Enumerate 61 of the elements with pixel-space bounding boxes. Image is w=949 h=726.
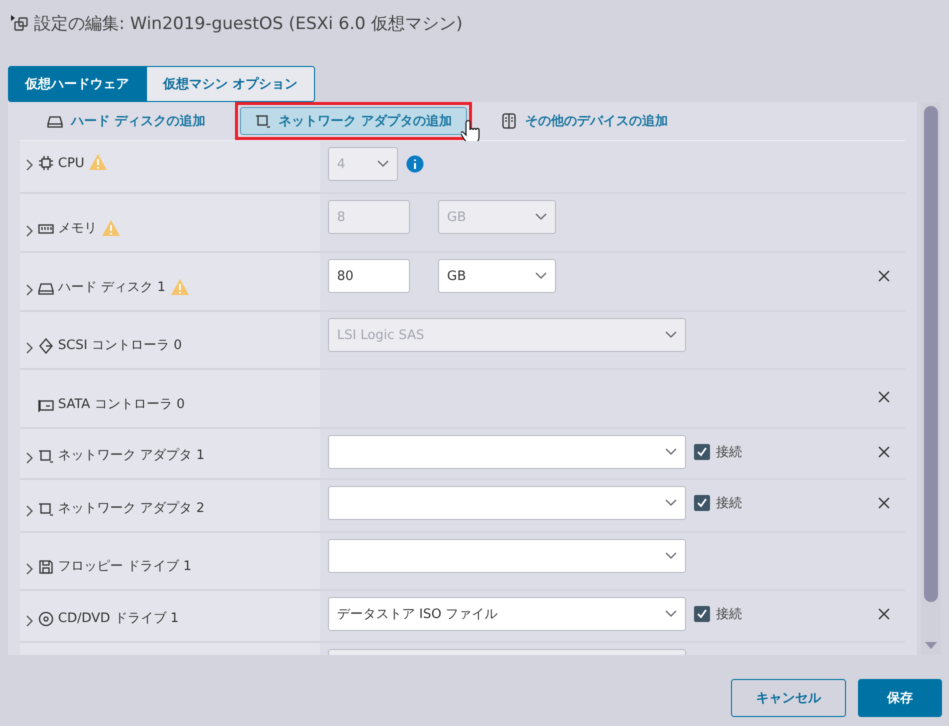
checkbox-label: 接続 <box>716 444 742 461</box>
network-adapter-icon <box>38 501 54 517</box>
close-icon[interactable] <box>877 608 891 622</box>
warning-icon <box>170 278 190 296</box>
checkbox[interactable] <box>694 606 710 622</box>
chevron-down-icon <box>665 610 677 618</box>
cancel-button[interactable]: キャンセル <box>731 679 846 717</box>
network-adapter-icon <box>254 113 271 129</box>
close-icon[interactable] <box>877 497 891 511</box>
disc-icon <box>38 611 54 627</box>
checkbox-label: 接続 <box>716 495 742 512</box>
expand-chevron-icon[interactable] <box>26 563 34 575</box>
device-label: メモリ <box>58 220 97 237</box>
info-icon[interactable] <box>406 155 424 173</box>
scrollbar[interactable] <box>921 102 941 655</box>
expand-chevron-icon[interactable] <box>26 505 34 517</box>
device-label: SCSI コントローラ 0 <box>58 337 182 354</box>
add-device-button[interactable]: その他のデバイスの追加 <box>486 107 684 135</box>
expand-chevron-icon[interactable] <box>26 452 34 464</box>
close-icon[interactable] <box>877 270 891 284</box>
device-label: ネットワーク アダプタ 2 <box>58 500 205 517</box>
device-label: CPU <box>58 156 84 171</box>
device-label: ネットワーク アダプタ 1 <box>58 447 205 464</box>
window-title: 設定の編集: Win2019-guestOS (ESXi 6.0 仮想マシン) <box>34 12 463 34</box>
expand-chevron-icon[interactable] <box>26 159 34 171</box>
add-device-button[interactable]: ハード ディスクの追加 <box>32 107 221 135</box>
chevron-down-icon <box>535 272 547 280</box>
expand-chevron-icon[interactable] <box>26 342 34 354</box>
chevron-down-icon <box>377 160 389 168</box>
chevron-down-icon <box>665 331 677 339</box>
expand-chevron-icon[interactable] <box>26 615 34 627</box>
checkbox-label: 接続 <box>716 606 742 623</box>
warning-icon <box>88 153 108 171</box>
device-label: CD/DVD ドライブ 1 <box>58 610 179 627</box>
edit-settings-icon <box>10 14 28 32</box>
controller-card-icon <box>38 397 54 413</box>
close-icon[interactable] <box>877 391 891 405</box>
device-label: フロッピー ドライブ 1 <box>58 558 192 575</box>
chevron-down-icon <box>535 213 547 221</box>
chevron-down-icon <box>665 552 677 560</box>
expand-chevron-icon[interactable] <box>26 225 34 237</box>
save-button[interactable]: 保存 <box>858 679 942 717</box>
expand-chevron-icon[interactable] <box>26 284 34 296</box>
add-device-button[interactable]: ネットワーク アダプタの追加 <box>240 107 468 135</box>
device-label: ハード ディスク 1 <box>58 279 166 296</box>
input-field[interactable]: 80 <box>328 259 410 293</box>
tab[interactable]: 仮想マシン オプション <box>146 66 315 102</box>
chevron-down-icon <box>665 499 677 507</box>
dropdown[interactable]: データストア ISO ファイル <box>328 597 686 631</box>
network-adapter-icon <box>38 448 54 464</box>
tab[interactable]: 仮想ハードウェア <box>8 66 146 102</box>
device-label: SATA コントローラ 0 <box>58 396 185 413</box>
close-icon[interactable] <box>877 446 891 460</box>
chip-icon <box>38 155 54 171</box>
checkbox[interactable] <box>694 444 710 460</box>
warning-icon <box>101 219 121 237</box>
checkbox[interactable] <box>694 495 710 511</box>
device-icon <box>501 113 518 129</box>
dropdown[interactable]: GB <box>438 259 556 293</box>
diamond-icon <box>38 338 54 354</box>
chevron-down-icon <box>665 448 677 456</box>
